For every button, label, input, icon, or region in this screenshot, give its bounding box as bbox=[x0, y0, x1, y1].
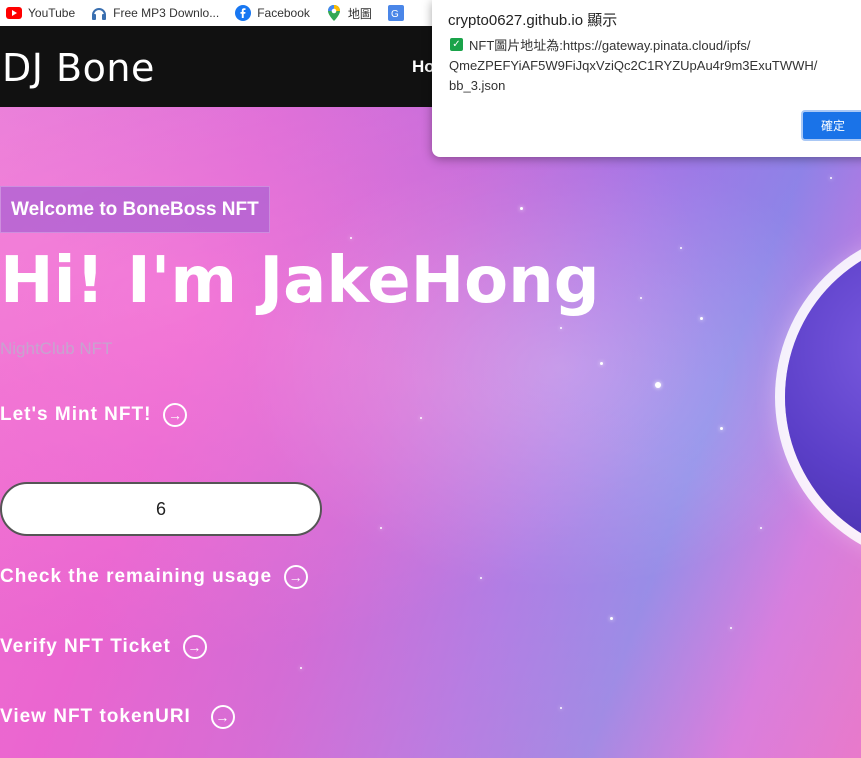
translate-icon: G bbox=[387, 5, 404, 21]
arrow-right-circle-icon: → bbox=[163, 403, 188, 427]
dialog-title: crypto0627.github.io 顯示 bbox=[448, 12, 618, 29]
dialog-message-line: bb_3.json bbox=[449, 78, 506, 93]
bookmark-youtube[interactable]: YouTube bbox=[0, 0, 83, 26]
arrow-right-circle-icon: → bbox=[210, 705, 235, 729]
brand-logo-text[interactable]: DJ Bone bbox=[2, 46, 155, 90]
arrow-right-circle-icon: → bbox=[182, 635, 207, 659]
bookmark-label: Free MP3 Downlo... bbox=[113, 6, 220, 20]
alert-dialog: crypto0627.github.io 顯示 ✓ NFT圖片地址為:https… bbox=[432, 0, 861, 157]
subtitle: NightClub NFT bbox=[0, 339, 113, 358]
quantity-input[interactable] bbox=[0, 482, 322, 536]
bookmark-maps[interactable]: 地圖 bbox=[318, 0, 380, 26]
mint-nft-button[interactable]: Let's Mint NFT! → bbox=[0, 403, 188, 427]
verify-ticket-label: Verify NFT Ticket bbox=[0, 636, 171, 657]
mint-nft-label: Let's Mint NFT! bbox=[0, 404, 152, 425]
bookmark-label: 地圖 bbox=[347, 6, 372, 21]
dialog-message: NFT圖片地址為:https://gateway.pinata.cloud/ip… bbox=[449, 36, 849, 96]
ok-button[interactable]: 確定 bbox=[801, 110, 861, 141]
svg-text:G: G bbox=[391, 9, 399, 20]
dialog-message-line: NFT圖片地址為:https://gateway.pinata.cloud/ip… bbox=[469, 38, 751, 53]
facebook-icon bbox=[235, 5, 252, 21]
bookmark-label: Facebook bbox=[257, 6, 310, 20]
view-token-uri-label: View NFT tokenURI bbox=[0, 706, 191, 727]
hero-section: Welcome to BoneBoss NFT Hi! I'm JakeHong… bbox=[0, 107, 861, 758]
arrow-right-circle-icon: → bbox=[284, 565, 309, 589]
bookmark-translate[interactable]: G bbox=[380, 0, 418, 26]
headphones-icon bbox=[91, 5, 107, 21]
check-usage-button[interactable]: Check the remaining usage → bbox=[0, 565, 309, 589]
view-token-uri-button[interactable]: View NFT tokenURI → bbox=[0, 705, 235, 729]
maps-pin-icon bbox=[326, 5, 342, 21]
verify-ticket-button[interactable]: Verify NFT Ticket → bbox=[0, 635, 207, 659]
check-usage-label: Check the remaining usage bbox=[0, 566, 273, 587]
bookmark-free-mp3[interactable]: Free MP3 Downlo... bbox=[83, 0, 227, 26]
bookmark-facebook[interactable]: Facebook bbox=[227, 0, 318, 26]
page-title: Hi! I'm JakeHong bbox=[0, 244, 600, 318]
dialog-message-line: QmeZPEFYiAF5W9FiJqxVziQc2C1RYZUpAu4r9m3E… bbox=[449, 58, 818, 73]
welcome-badge: Welcome to BoneBoss NFT bbox=[0, 186, 270, 233]
youtube-icon bbox=[6, 5, 22, 21]
bookmark-label: YouTube bbox=[28, 6, 76, 20]
